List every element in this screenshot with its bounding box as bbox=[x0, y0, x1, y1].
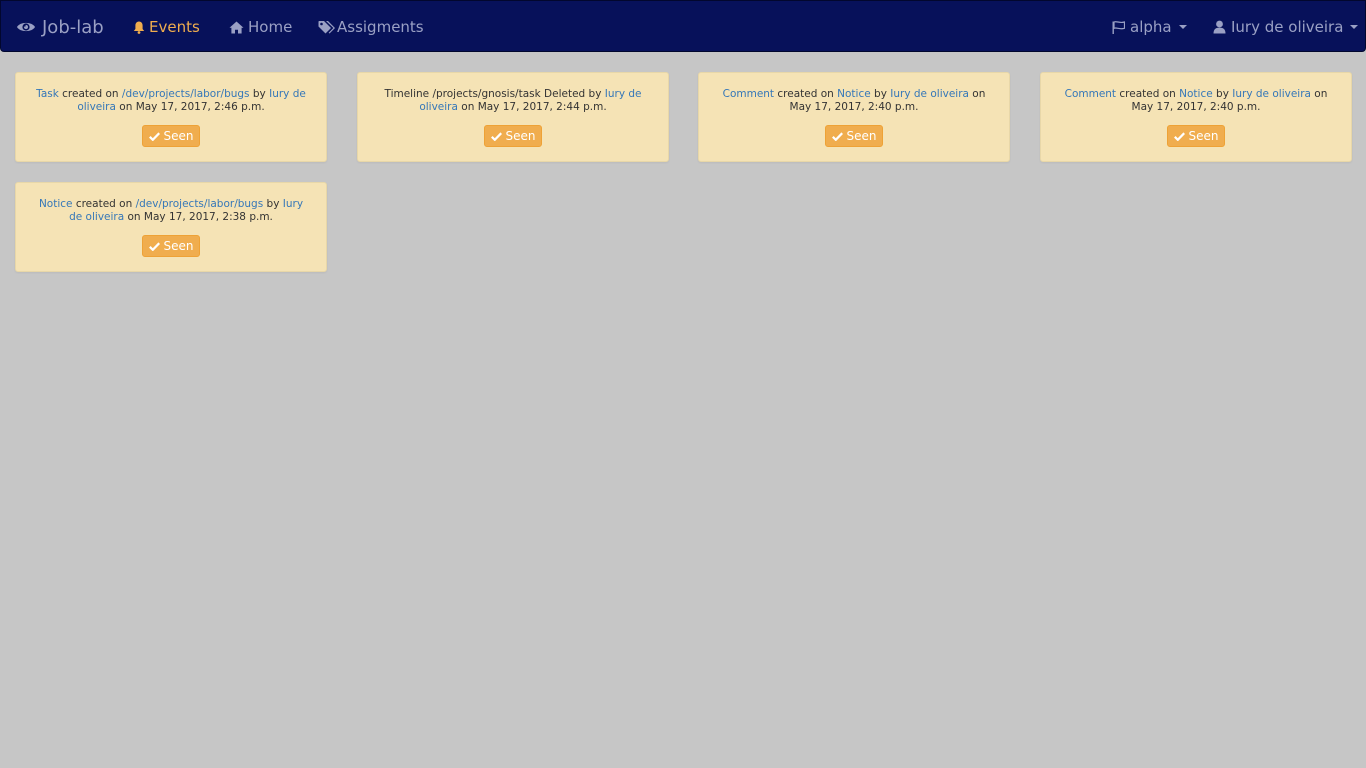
check-icon bbox=[148, 241, 160, 251]
seen-button-label: Seen bbox=[163, 129, 194, 143]
event-text: created on bbox=[774, 88, 838, 100]
event-link[interactable]: Iury de oliveira bbox=[890, 88, 969, 100]
flag-icon bbox=[1112, 20, 1125, 34]
event-link[interactable]: Comment bbox=[723, 88, 774, 100]
seen-button[interactable]: Seen bbox=[484, 125, 542, 147]
seen-button-label: Seen bbox=[846, 129, 877, 143]
eye-icon bbox=[16, 20, 36, 34]
event-text: on May 17, 2017, 2:46 p.m. bbox=[115, 101, 265, 113]
event-text: on May 17, 2017, 2:44 p.m. bbox=[457, 101, 607, 113]
event-text: created on bbox=[58, 88, 122, 100]
nav-events-label: Events bbox=[149, 18, 200, 36]
seen-button-label: Seen bbox=[163, 239, 194, 253]
event-card: Task created on /dev/projects/labor/bugs… bbox=[15, 72, 327, 162]
project-dropdown-label: alpha bbox=[1130, 18, 1172, 36]
event-card: Timeline /projects/gnosis/task Deleted b… bbox=[357, 72, 669, 162]
project-dropdown[interactable]: alpha bbox=[1112, 1, 1187, 53]
event-text: by bbox=[1212, 88, 1233, 100]
check-icon bbox=[490, 131, 502, 141]
event-message: Timeline /projects/gnosis/task Deleted b… bbox=[376, 88, 650, 114]
nav-events[interactable]: Events bbox=[133, 1, 200, 53]
nav-home-label: Home bbox=[248, 18, 293, 36]
nav-home[interactable]: Home bbox=[229, 1, 292, 53]
brand-name: Job-lab bbox=[42, 16, 104, 38]
seen-button[interactable]: Seen bbox=[1167, 125, 1225, 147]
event-message: Notice created on /dev/projects/labor/bu… bbox=[34, 198, 308, 224]
event-text: by bbox=[249, 88, 270, 100]
event-link[interactable]: /dev/projects/labor/bugs bbox=[136, 198, 264, 210]
chevron-down-icon bbox=[1178, 25, 1187, 29]
event-link[interactable]: Notice bbox=[1179, 88, 1213, 100]
event-text: created on bbox=[72, 198, 136, 210]
nav-assigments[interactable]: Assigments bbox=[318, 1, 424, 53]
user-icon bbox=[1213, 20, 1226, 34]
event-link[interactable]: Comment bbox=[1065, 88, 1116, 100]
event-link[interactable]: Notice bbox=[39, 198, 73, 210]
check-icon bbox=[148, 131, 160, 141]
event-link[interactable]: Notice bbox=[837, 88, 871, 100]
user-dropdown[interactable]: Iury de oliveira bbox=[1213, 1, 1359, 53]
event-card: Comment created on Notice by Iury de oli… bbox=[698, 72, 1010, 162]
event-link[interactable]: Iury de oliveira bbox=[1232, 88, 1311, 100]
seen-button[interactable]: Seen bbox=[142, 125, 200, 147]
chevron-down-icon bbox=[1350, 25, 1359, 29]
event-message: Comment created on Notice by Iury de oli… bbox=[717, 88, 991, 114]
event-message: Task created on /dev/projects/labor/bugs… bbox=[34, 88, 308, 114]
seen-button-label: Seen bbox=[505, 129, 536, 143]
user-dropdown-label: Iury de oliveira bbox=[1231, 18, 1344, 36]
event-text: Timeline /projects/gnosis/task Deleted b… bbox=[384, 88, 605, 100]
event-text: created on bbox=[1116, 88, 1180, 100]
brand-link[interactable]: Job-lab bbox=[16, 1, 104, 53]
bell-icon bbox=[133, 21, 145, 34]
seen-button[interactable]: Seen bbox=[825, 125, 883, 147]
check-icon bbox=[1173, 131, 1185, 141]
home-icon bbox=[229, 21, 244, 34]
event-text: by bbox=[263, 198, 283, 210]
top-navbar: Job-lab Events Home Assigments alpha Iur… bbox=[0, 0, 1366, 52]
event-link[interactable]: /dev/projects/labor/bugs bbox=[122, 88, 250, 100]
check-icon bbox=[831, 131, 843, 141]
seen-button-label: Seen bbox=[1188, 129, 1219, 143]
event-card: Comment created on Notice by Iury de oli… bbox=[1040, 72, 1352, 162]
event-link[interactable]: Task bbox=[36, 88, 59, 100]
nav-assigments-label: Assigments bbox=[337, 18, 424, 36]
event-text: by bbox=[870, 88, 891, 100]
tags-icon bbox=[318, 20, 336, 34]
seen-button[interactable]: Seen bbox=[142, 235, 200, 257]
event-text: on May 17, 2017, 2:38 p.m. bbox=[124, 211, 273, 223]
event-message: Comment created on Notice by Iury de oli… bbox=[1059, 88, 1333, 114]
event-card: Notice created on /dev/projects/labor/bu… bbox=[15, 182, 327, 272]
